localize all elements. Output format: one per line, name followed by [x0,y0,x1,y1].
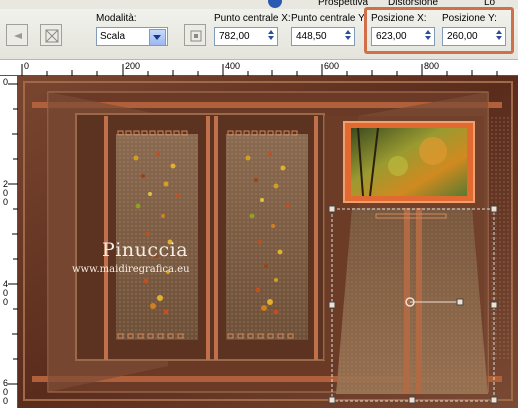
ruler-top-label: 0 [24,61,30,71]
center-x-spinner[interactable] [265,29,276,44]
chevron-down-icon[interactable] [149,29,166,46]
mode-select[interactable]: Scala [96,27,168,46]
center-y-spinner[interactable] [342,29,353,44]
ruler-top-label: 400 [225,61,241,71]
position-x-value: 623,00 [376,31,407,42]
position-y-field[interactable]: 260,00 [442,27,506,46]
watermark-url: www.maidiregrafica.eu [72,264,190,275]
position-y-spinner[interactable] [493,29,504,44]
perspective-tab[interactable]: Prospettiva [318,0,368,8]
center-x-value: 782,00 [219,31,250,42]
center-y-label: Punto centrale Y: [291,13,367,24]
reset-icon[interactable] [6,24,28,46]
ruler-left-label: 600 [3,378,9,406]
watermark-name: Pinuccia [102,239,189,261]
mode-value: Scala [100,31,126,42]
position-x-spinner[interactable] [422,29,433,44]
mode-label: Modalità: [96,13,137,24]
ruler-top-label: 800 [424,61,440,71]
ruler-left-label: 200 [3,179,9,207]
center-x-label: Punto centrale X: [214,13,291,24]
position-y-label: Posizione Y: [442,13,497,24]
image-canvas[interactable]: Pinuccia www.maidiregrafica.eu [18,76,518,408]
horizontal-ruler: 0 200 400 600 800 [0,60,518,76]
vertical-ruler: 0 200 400 600 [0,76,18,408]
ruler-left-label: 400 [3,279,9,307]
center-y-value: 448,50 [296,31,327,42]
position-x-label: Posizione X: [371,13,427,24]
tool-options-bar: Prospettiva Distorsione Lo Modalità: Sca… [0,0,518,60]
position-x-field[interactable]: 623,00 [371,27,435,46]
ruler-left-label: 0 [3,77,9,87]
transform-center-icon[interactable] [184,24,206,46]
center-y-field[interactable]: 448,50 [291,27,355,46]
center-x-field[interactable]: 782,00 [214,27,278,46]
ruler-top-label: 200 [125,61,141,71]
position-y-value: 260,00 [447,31,478,42]
deform-icon[interactable] [40,24,62,46]
ruler-top-label: 600 [324,61,340,71]
